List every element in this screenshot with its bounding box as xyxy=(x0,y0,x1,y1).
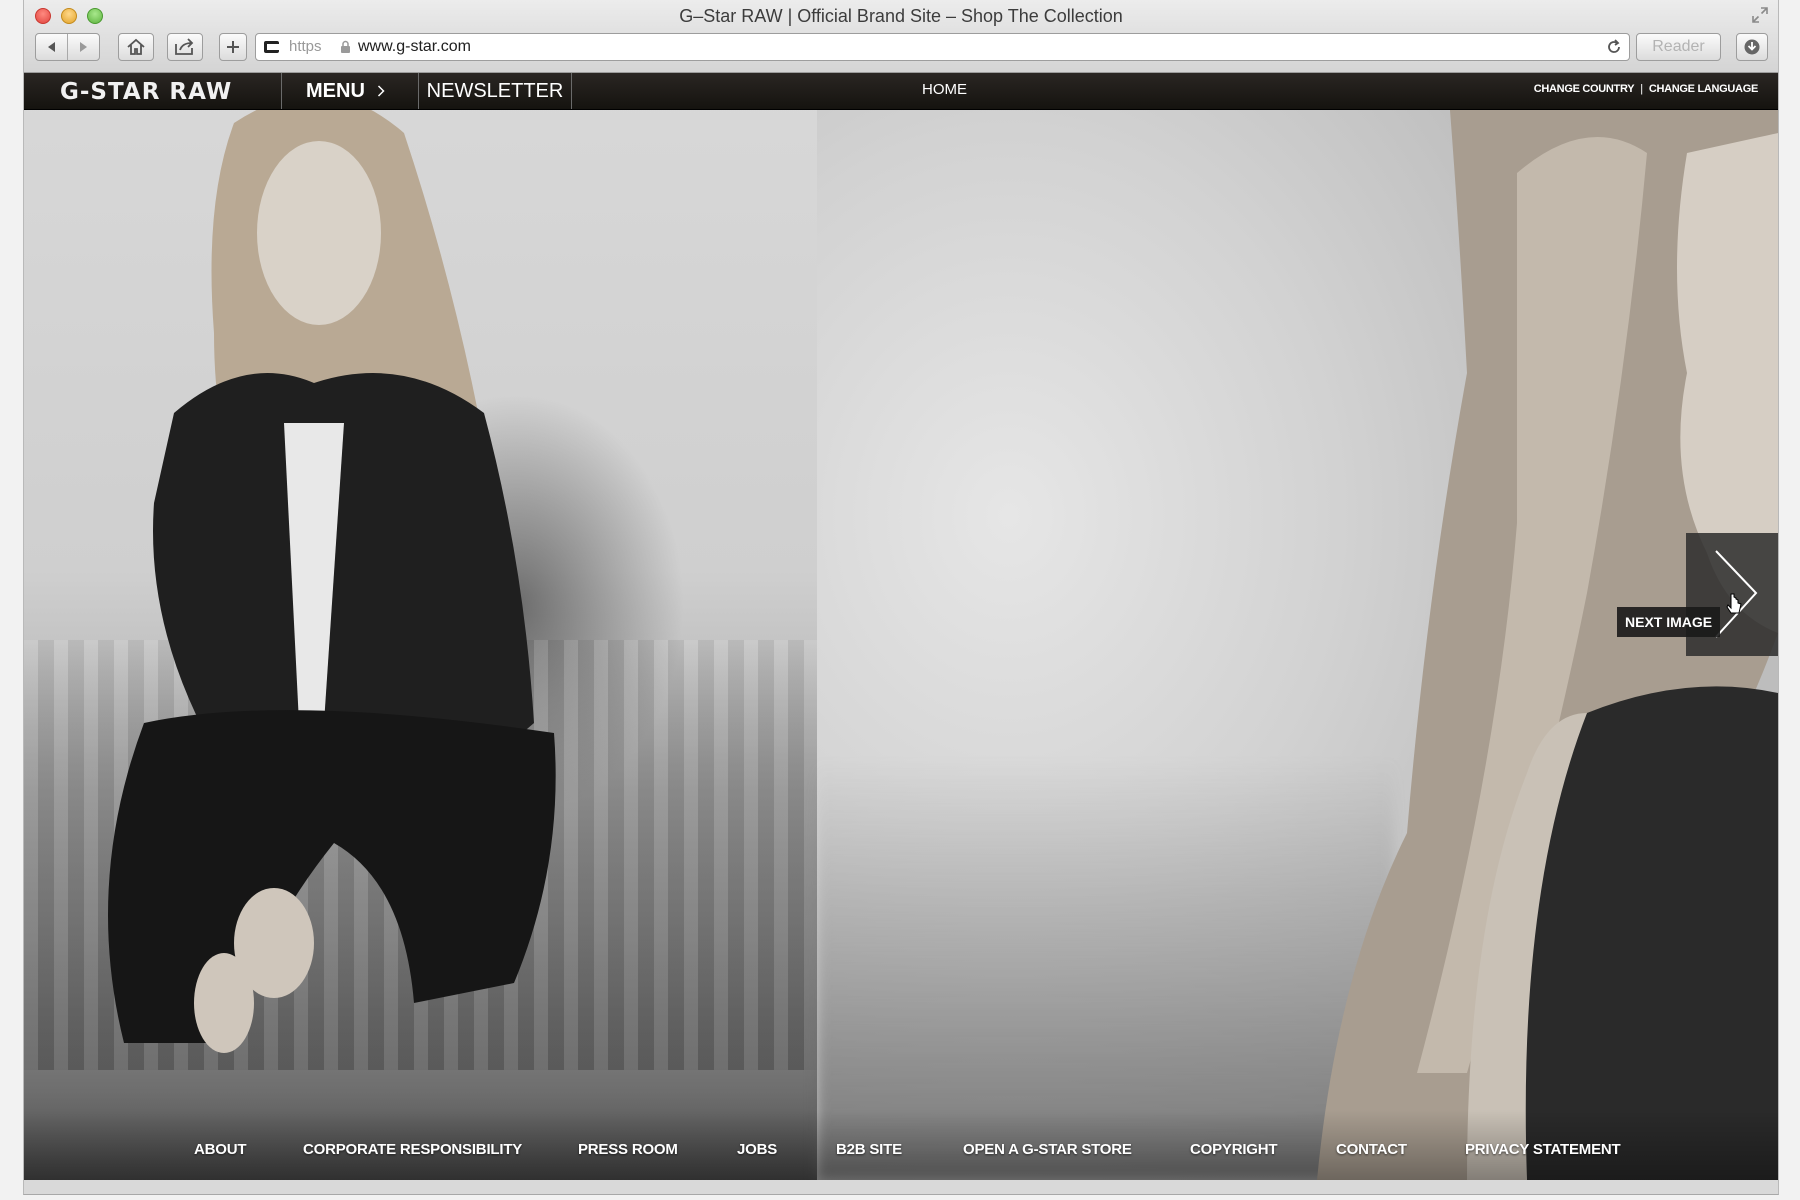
reader-button[interactable]: Reader xyxy=(1636,33,1721,61)
lock-icon xyxy=(341,40,350,53)
url-scheme: https xyxy=(289,38,322,55)
share-icon xyxy=(175,38,194,55)
forward-arrow-icon[interactable] xyxy=(76,40,90,54)
brand-logo[interactable]: G-STAR RAW xyxy=(60,79,232,105)
footer-link-copyright[interactable]: COPYRIGHT xyxy=(1190,1141,1278,1158)
hero-image-left xyxy=(24,73,817,1180)
footer-link-privacy-statement[interactable]: PRIVACY STATEMENT xyxy=(1465,1141,1621,1158)
chevron-right-icon xyxy=(377,85,385,97)
address-bar[interactable]: https www.g-star.com xyxy=(255,33,1630,61)
model-photo-left xyxy=(108,95,556,1053)
back-forward-buttons xyxy=(35,33,100,61)
fullscreen-icon[interactable] xyxy=(1752,7,1768,23)
window-bottom-edge xyxy=(24,1180,1778,1194)
breadcrumb-home[interactable]: HOME xyxy=(922,81,967,98)
share-button[interactable] xyxy=(167,33,203,61)
menu-label: MENU xyxy=(306,79,365,102)
footer-link-corporate-responsibility[interactable]: CORPORATE RESPONSIBILITY xyxy=(303,1141,522,1158)
menu-button[interactable]: MENU xyxy=(282,73,418,109)
footer-link-about[interactable]: ABOUT xyxy=(194,1141,247,1158)
home-icon xyxy=(127,38,145,55)
web-page: G-STAR RAW MENU NEWSLETTER HOME CHANGE C… xyxy=(24,73,1778,1180)
locale-separator: | xyxy=(1640,83,1643,95)
url-text: www.g-star.com xyxy=(358,38,471,55)
downloads-button[interactable] xyxy=(1736,33,1768,61)
site-tab-icon xyxy=(264,41,279,53)
home-button[interactable] xyxy=(118,33,154,61)
browser-window: G–Star RAW | Official Brand Site – Shop … xyxy=(23,0,1779,1195)
back-arrow-icon[interactable] xyxy=(45,40,59,54)
footer-link-press-room[interactable]: PRESS ROOM xyxy=(578,1141,678,1158)
next-image-tooltip: NEXT IMAGE xyxy=(1617,607,1721,637)
footer-link-jobs[interactable]: JOBS xyxy=(737,1141,777,1158)
mouse-pointer-icon xyxy=(1726,593,1742,614)
footer-nav: ABOUT CORPORATE RESPONSIBILITY PRESS ROO… xyxy=(24,1110,1778,1180)
nav-divider xyxy=(571,73,572,109)
footer-link-b2b-site[interactable]: B2B SITE xyxy=(836,1141,902,1158)
change-language-link[interactable]: CHANGE LANGUAGE xyxy=(1649,83,1758,95)
reload-icon[interactable] xyxy=(1606,39,1622,55)
site-header: G-STAR RAW MENU NEWSLETTER HOME CHANGE C… xyxy=(24,73,1778,110)
newsletter-link[interactable]: NEWSLETTER xyxy=(419,73,571,109)
new-tab-button[interactable] xyxy=(219,33,247,61)
footer-link-contact[interactable]: CONTACT xyxy=(1336,1141,1407,1158)
locale-links: CHANGE COUNTRY | CHANGE LANGUAGE xyxy=(1534,83,1759,95)
plus-icon xyxy=(227,41,239,53)
window-title: G–Star RAW | Official Brand Site – Shop … xyxy=(679,6,1123,26)
change-country-link[interactable]: CHANGE COUNTRY xyxy=(1534,83,1635,95)
footer-link-open-store[interactable]: OPEN A G-STAR STORE xyxy=(963,1141,1132,1158)
browser-toolbar: G–Star RAW | Official Brand Site – Shop … xyxy=(24,0,1778,73)
download-icon xyxy=(1744,39,1760,55)
